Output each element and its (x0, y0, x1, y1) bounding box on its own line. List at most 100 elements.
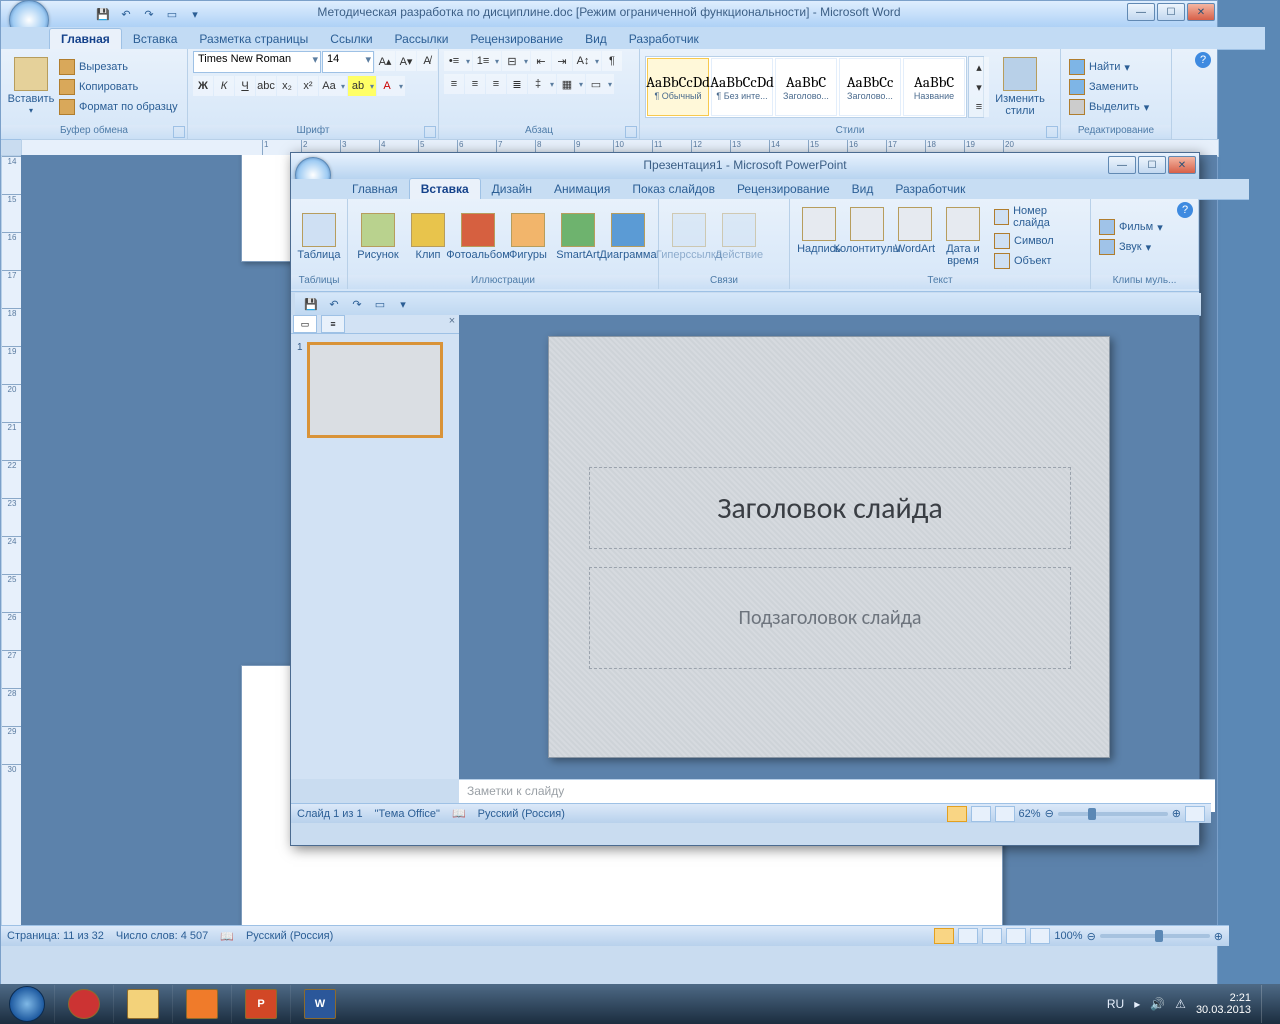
copy-button[interactable]: Копировать (56, 78, 181, 96)
outline-tab-icon[interactable]: ≡ (321, 315, 345, 333)
gallery-more-icon[interactable]: ≡ (969, 97, 989, 117)
gallery-down-icon[interactable]: ▾ (969, 77, 989, 97)
align-left-icon[interactable]: ≡ (444, 74, 464, 94)
line-spacing-icon[interactable]: ‡ (528, 74, 556, 94)
borders-icon[interactable]: ▭ (586, 74, 614, 94)
word-ruler-vertical[interactable]: 1415161718192021222324252627282930 (1, 155, 23, 927)
view-web-icon[interactable] (982, 928, 1002, 944)
qat-customize-icon[interactable]: ▾ (393, 294, 413, 314)
illustration-button[interactable]: Рисунок (353, 213, 403, 261)
task-explorer[interactable] (113, 985, 172, 1023)
select-button[interactable]: Выделить ▾ (1066, 98, 1152, 116)
clear-format-icon[interactable]: A̸ (417, 51, 437, 71)
style-item[interactable]: AaBbCНазвание (903, 58, 965, 116)
ppt-titlebar[interactable]: Презентация1 - Microsoft PowerPoint — ☐ … (291, 153, 1199, 180)
change-styles-button[interactable]: Изменить стили (990, 57, 1050, 117)
minimize-button[interactable]: — (1127, 3, 1155, 21)
view-normal-icon[interactable] (947, 806, 967, 822)
align-center-icon[interactable]: ≡ (465, 74, 485, 94)
tray-network-icon[interactable]: ⚠ (1175, 997, 1186, 1011)
text-button[interactable]: Дата и время (939, 207, 987, 267)
text-side-button[interactable]: Символ (991, 232, 1085, 250)
illustration-button[interactable]: Фотоальбом (453, 213, 503, 261)
task-media[interactable] (172, 985, 231, 1023)
zoom-in-icon[interactable]: ⊕ (1172, 807, 1181, 820)
bullets-icon[interactable]: •≡ (444, 51, 472, 71)
movie-button[interactable]: Фильм ▾ (1096, 218, 1166, 236)
underline-icon[interactable]: Ч (235, 76, 255, 96)
highlight-icon[interactable]: ab (348, 76, 376, 96)
superscript-icon[interactable]: x² (298, 76, 318, 96)
zoom-in-icon[interactable]: ⊕ (1214, 930, 1223, 943)
text-button[interactable]: Колонтитулы (843, 207, 891, 267)
font-color-icon[interactable]: A (377, 76, 405, 96)
view-draft-icon[interactable] (1030, 928, 1050, 944)
ribbon-tab[interactable]: Дизайн (481, 179, 543, 199)
table-button[interactable]: Таблица (296, 213, 342, 261)
ribbon-tab[interactable]: Вид (574, 29, 618, 49)
illustration-button[interactable]: SmartArt (553, 213, 603, 261)
change-case-icon[interactable]: Aa (319, 76, 347, 96)
spellcheck-icon[interactable]: 📖 (452, 807, 466, 820)
maximize-button[interactable]: ☐ (1138, 156, 1166, 174)
ribbon-tab[interactable]: Главная (49, 28, 122, 49)
redo-icon[interactable]: ↷ (347, 294, 367, 314)
spellcheck-icon[interactable]: 📖 (220, 930, 234, 943)
zoom-percent[interactable]: 62% (1019, 808, 1041, 820)
font-name-combo[interactable]: Times New Roman (193, 51, 321, 73)
subscript-icon[interactable]: x₂ (277, 76, 297, 96)
indent-inc-icon[interactable]: ⇥ (552, 51, 572, 71)
ribbon-tab[interactable]: Рассылки (384, 29, 460, 49)
ribbon-tab[interactable]: Разработчик (884, 179, 976, 199)
qat-extra-icon[interactable]: ▭ (370, 294, 390, 314)
grow-font-icon[interactable]: A▴ (375, 51, 395, 71)
ribbon-tab[interactable]: Рецензирование (459, 29, 574, 49)
ribbon-tab[interactable]: Вставка (409, 178, 481, 199)
task-powerpoint[interactable]: P (231, 985, 290, 1023)
view-slideshow-icon[interactable] (995, 806, 1015, 822)
text-side-button[interactable]: Объект (991, 252, 1085, 270)
status-language[interactable]: Русский (Россия) (478, 808, 565, 820)
align-right-icon[interactable]: ≡ (486, 74, 506, 94)
ribbon-tab[interactable]: Разметка страницы (188, 29, 319, 49)
subtitle-placeholder[interactable]: Подзаголовок слайда (589, 567, 1071, 669)
status-theme[interactable]: "Тема Office" (375, 808, 440, 820)
sort-icon[interactable]: A↕ (573, 51, 601, 71)
view-print-icon[interactable] (934, 928, 954, 944)
ribbon-tab[interactable]: Вид (841, 179, 885, 199)
ppt-slide-canvas[interactable]: Заголовок слайда Подзаголовок слайда (459, 315, 1199, 779)
slides-tab-icon[interactable]: ▭ (293, 315, 317, 333)
ribbon-tab[interactable]: Ссылки (319, 29, 383, 49)
zoom-slider[interactable] (1058, 812, 1168, 816)
style-item[interactable]: AaBbCЗаголово... (775, 58, 837, 116)
maximize-button[interactable]: ☐ (1157, 3, 1185, 21)
tray-clock[interactable]: 2:21 30.03.2013 (1196, 992, 1251, 1016)
undo-icon[interactable]: ↶ (324, 294, 344, 314)
start-button[interactable] (0, 984, 54, 1024)
show-marks-icon[interactable]: ¶ (602, 51, 622, 71)
task-opera[interactable] (54, 985, 113, 1023)
text-side-button[interactable]: Номер слайда (991, 204, 1085, 230)
dialog-launcher-icon[interactable] (1046, 126, 1058, 138)
gallery-up-icon[interactable]: ▴ (969, 57, 989, 77)
title-placeholder[interactable]: Заголовок слайда (589, 467, 1071, 549)
status-language[interactable]: Русский (Россия) (246, 930, 333, 942)
close-button[interactable]: ✕ (1187, 3, 1215, 21)
panel-close-icon[interactable]: × (445, 315, 459, 333)
dialog-launcher-icon[interactable] (424, 126, 436, 138)
justify-icon[interactable]: ≣ (507, 74, 527, 94)
slide[interactable]: Заголовок слайда Подзаголовок слайда (548, 336, 1110, 758)
text-button[interactable]: WordArt (891, 207, 939, 267)
numbering-icon[interactable]: 1≡ (473, 51, 501, 71)
shading-icon[interactable]: ▦ (557, 74, 585, 94)
status-slide[interactable]: Слайд 1 из 1 (297, 808, 363, 820)
indent-dec-icon[interactable]: ⇤ (531, 51, 551, 71)
bold-icon[interactable]: Ж (193, 76, 213, 96)
view-outline-icon[interactable] (1006, 928, 1026, 944)
task-word[interactable]: W (290, 985, 349, 1023)
find-button[interactable]: Найти ▾ (1066, 58, 1152, 76)
view-reading-icon[interactable] (958, 928, 978, 944)
zoom-percent[interactable]: 100% (1054, 930, 1082, 942)
ribbon-tab[interactable]: Рецензирование (726, 179, 841, 199)
style-item[interactable]: AaBbCcЗаголово... (839, 58, 901, 116)
